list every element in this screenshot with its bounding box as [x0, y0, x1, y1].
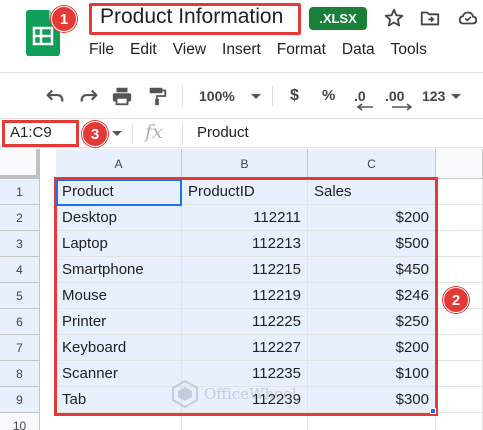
decrease-decimal-button[interactable]: .0 [354, 85, 373, 111]
table-cell[interactable] [182, 413, 308, 430]
table-cell[interactable]: 112219 [182, 283, 308, 309]
name-box[interactable]: A1:C9 [10, 124, 52, 141]
move-to-folder-icon[interactable] [419, 7, 441, 29]
chevron-down-icon[interactable] [250, 85, 262, 107]
row-header-7[interactable]: 7 [0, 335, 40, 361]
chevron-down-icon[interactable] [450, 85, 462, 107]
row-header-2[interactable]: 2 [0, 205, 40, 231]
table-cell[interactable]: 112215 [182, 257, 308, 283]
more-formats-button[interactable]: 123 [422, 85, 445, 107]
annotation-badge-1: 1 [51, 6, 77, 32]
table-cell[interactable]: Laptop [56, 231, 182, 257]
header-cell[interactable]: ProductID [182, 179, 308, 205]
row-header-9[interactable]: 9 [0, 387, 40, 413]
table-cell[interactable] [436, 231, 483, 257]
menu-tools[interactable]: Tools [391, 41, 427, 61]
toolbar-divider [182, 85, 183, 107]
table-cell[interactable]: $250 [308, 309, 436, 335]
header-cell[interactable]: Product [56, 179, 182, 205]
table-cell[interactable]: 112213 [182, 231, 308, 257]
zoom-select[interactable]: 100% [199, 85, 235, 107]
row-header-6[interactable]: 6 [0, 309, 40, 335]
row-header-10[interactable]: 10 [0, 413, 40, 430]
header-cell[interactable]: Sales [308, 179, 436, 205]
annotation-badge-2: 2 [443, 287, 469, 313]
table-cell[interactable] [436, 179, 483, 205]
row-header-3[interactable]: 3 [0, 231, 40, 257]
column-header-a[interactable]: A [56, 149, 182, 179]
row-header-8[interactable]: 8 [0, 361, 40, 387]
table-cell[interactable]: 112211 [182, 205, 308, 231]
table-cell[interactable]: $200 [308, 205, 436, 231]
menu-bar: File Edit View Insert Format Data Tools [89, 41, 443, 61]
watermark-logo-icon [172, 379, 198, 409]
undo-icon[interactable] [44, 85, 66, 107]
menu-insert[interactable]: Insert [222, 41, 261, 61]
table-cell[interactable]: $500 [308, 231, 436, 257]
table-cell[interactable]: Desktop [56, 205, 182, 231]
currency-format-button[interactable]: $ [290, 85, 299, 107]
table-cell[interactable] [436, 387, 483, 413]
select-all-corner[interactable] [0, 149, 40, 179]
table-cell[interactable]: 112227 [182, 335, 308, 361]
table-cell[interactable]: Tab [56, 387, 182, 413]
table-cell[interactable]: Printer [56, 309, 182, 335]
paint-format-icon[interactable] [146, 85, 168, 107]
menu-file[interactable]: File [89, 41, 114, 61]
table-cell[interactable] [436, 205, 483, 231]
chevron-down-icon[interactable] [111, 127, 123, 139]
table-cell[interactable]: $100 [308, 361, 436, 387]
table-cell[interactable] [56, 413, 182, 430]
table-cell[interactable] [436, 361, 483, 387]
toolbar: 100% $ % .0 .00 123 [0, 72, 483, 118]
table-cell[interactable] [436, 257, 483, 283]
table-cell[interactable]: $200 [308, 335, 436, 361]
table-cell[interactable]: Smartphone [56, 257, 182, 283]
table-cell[interactable] [436, 335, 483, 361]
increase-decimal-button[interactable]: .00 [385, 85, 413, 111]
row-header-1[interactable]: 1 [0, 179, 40, 205]
table-cell[interactable] [436, 309, 483, 335]
file-format-badge[interactable]: .XLSX [309, 7, 367, 30]
toolbar-divider [272, 85, 273, 107]
row-header-4[interactable]: 4 [0, 257, 40, 283]
formula-input[interactable]: Product [197, 124, 249, 141]
menu-format[interactable]: Format [277, 41, 326, 61]
decrease-decimal-label: .0 [354, 88, 366, 104]
watermark-text: OfficeWheel [204, 385, 297, 403]
table-cell[interactable]: $450 [308, 257, 436, 283]
table-cell[interactable]: Mouse [56, 283, 182, 309]
table-cell[interactable]: $246 [308, 283, 436, 309]
table-cell[interactable]: 112225 [182, 309, 308, 335]
menu-data[interactable]: Data [342, 41, 375, 61]
table-cell[interactable]: Scanner [56, 361, 182, 387]
fx-icon: fx [145, 121, 163, 143]
row-header-5[interactable]: 5 [0, 283, 40, 309]
star-icon[interactable] [383, 7, 405, 29]
table-cell[interactable] [436, 413, 483, 430]
table-cell[interactable]: Keyboard [56, 335, 182, 361]
document-title[interactable]: Product Information [100, 5, 283, 29]
column-header-b[interactable]: B [182, 149, 308, 179]
annotation-badge-3: 3 [82, 121, 108, 147]
percent-format-button[interactable]: % [322, 85, 335, 107]
table-cell[interactable]: $300 [308, 387, 436, 413]
formula-divider [132, 124, 133, 144]
table-cell[interactable] [308, 413, 436, 430]
formula-divider [182, 124, 183, 144]
increase-decimal-label: .00 [385, 88, 405, 104]
column-header-c[interactable]: C [308, 149, 436, 179]
cloud-saved-icon[interactable] [457, 7, 479, 29]
redo-icon[interactable] [78, 85, 100, 107]
column-header-d[interactable] [436, 149, 483, 179]
menu-view[interactable]: View [173, 41, 206, 61]
print-icon[interactable] [111, 85, 133, 107]
watermark: OfficeWheel [170, 374, 297, 414]
fill-handle[interactable] [430, 408, 436, 414]
menu-edit[interactable]: Edit [130, 41, 157, 61]
